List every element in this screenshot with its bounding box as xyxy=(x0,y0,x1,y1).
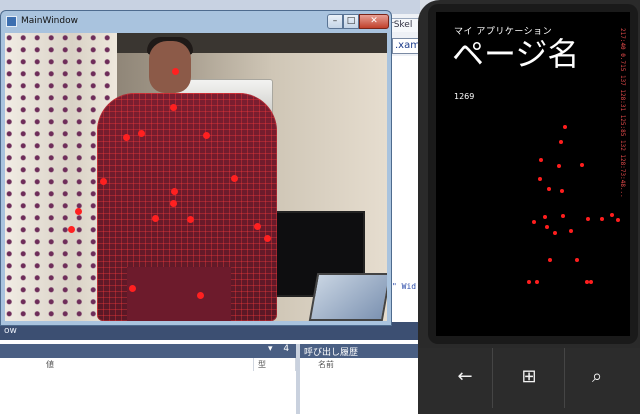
column-header-type[interactable]: 型 xyxy=(256,358,296,371)
person-head xyxy=(149,41,191,93)
call-stack-title: 呼び出し履歴 xyxy=(304,348,359,358)
joint-head xyxy=(172,68,179,75)
skeleton-joint-dot xyxy=(561,214,565,218)
app-icon xyxy=(6,16,17,27)
window-title: MainWindow xyxy=(21,16,78,26)
skeleton-joint-dot xyxy=(600,217,604,221)
skeleton-joint-dot xyxy=(563,125,567,129)
person-legs xyxy=(127,267,231,321)
ide-file-tab[interactable]: .xaml. xyxy=(392,38,420,54)
skeleton-joint-dot xyxy=(559,140,563,144)
joint-extra xyxy=(123,134,130,141)
skeleton-joint-dot xyxy=(548,258,552,262)
coordinate-readout: 217:40 0.715 137 128:31 125:85 132 128:7… xyxy=(619,28,626,198)
joint-wrist-left xyxy=(75,208,82,215)
skeleton-joint-dot xyxy=(545,225,549,229)
joint-elbow-left xyxy=(100,178,107,185)
back-arrow-icon[interactable]: ← xyxy=(448,360,482,394)
pane-splitter[interactable] xyxy=(296,344,300,414)
joint-hand-left xyxy=(68,226,75,233)
skeleton-joint-dot xyxy=(557,164,561,168)
laptop xyxy=(308,273,387,321)
joint-shoulder-right xyxy=(203,132,210,139)
skeleton-joint-dot xyxy=(610,213,614,217)
phone-screen[interactable]: マイ アプリケーション ページ名 1269 217:40 0.715 137 1… xyxy=(436,12,630,336)
close-button[interactable]: ✕ xyxy=(359,14,389,29)
skeleton-joint-dot xyxy=(527,280,531,284)
maximize-button[interactable]: □ xyxy=(343,14,359,29)
joint-hip-right xyxy=(187,216,194,223)
skeleton-joint-dot xyxy=(553,231,557,235)
skeleton-joint-dot xyxy=(543,215,547,219)
joint-hand-right xyxy=(264,235,271,242)
joint-knee-left xyxy=(129,285,136,292)
phone-hardware-buttons: ← ⊞ ⌕ xyxy=(418,348,640,414)
skeleton-joint-dot xyxy=(569,229,573,233)
skeleton-joint-dot xyxy=(589,280,593,284)
skeleton-joint-dot xyxy=(547,187,551,191)
joint-elbow-right xyxy=(231,175,238,182)
skeleton-joint-dot xyxy=(586,217,590,221)
phone-emulator: マイ アプリケーション ページ名 1269 217:40 0.715 137 1… xyxy=(418,0,640,414)
minimize-button[interactable]: – xyxy=(327,14,343,29)
window-titlebar[interactable]: MainWindow – □ ✕ xyxy=(1,11,391,33)
skeleton-joint-dot xyxy=(560,189,564,193)
search-icon[interactable]: ⌕ xyxy=(580,360,614,394)
toolstrip-label: ow xyxy=(4,326,17,336)
joint-knee-right xyxy=(197,292,204,299)
column-header-value[interactable]: 値 xyxy=(44,358,254,371)
column-header-name[interactable]: 名前 xyxy=(316,358,420,371)
skeleton-joint-dot xyxy=(532,220,536,224)
skeleton-joint-dot xyxy=(538,177,542,181)
skeleton-joint-dot xyxy=(616,218,620,222)
window-controls: – □ ✕ xyxy=(327,14,389,30)
nav-separator xyxy=(492,348,493,408)
skeleton-joint-dot xyxy=(580,163,584,167)
frame-counter: 1269 xyxy=(454,92,475,101)
skeleton-joint-dot xyxy=(535,280,539,284)
locals-pane-header xyxy=(0,344,296,358)
phone-bezel: マイ アプリケーション ページ名 1269 217:40 0.715 137 1… xyxy=(428,4,638,344)
joint-hip-center xyxy=(170,200,177,207)
skeleton-joint-dot xyxy=(539,158,543,162)
ide-code-line: " Wid xyxy=(392,282,417,291)
main-window[interactable]: MainWindow – □ ✕ xyxy=(0,10,392,326)
camera-feed xyxy=(5,33,387,321)
joint-shoulder-center xyxy=(170,104,177,111)
joint-shoulder-left xyxy=(138,130,145,137)
joint-spine xyxy=(171,188,178,195)
page-title: ページ名 xyxy=(452,35,580,73)
nav-separator xyxy=(564,348,565,408)
joint-hip-left xyxy=(152,215,159,222)
windows-start-icon[interactable]: ⊞ xyxy=(512,360,546,394)
skeleton-joint-dot xyxy=(575,258,579,262)
joint-wrist-right xyxy=(254,223,261,230)
